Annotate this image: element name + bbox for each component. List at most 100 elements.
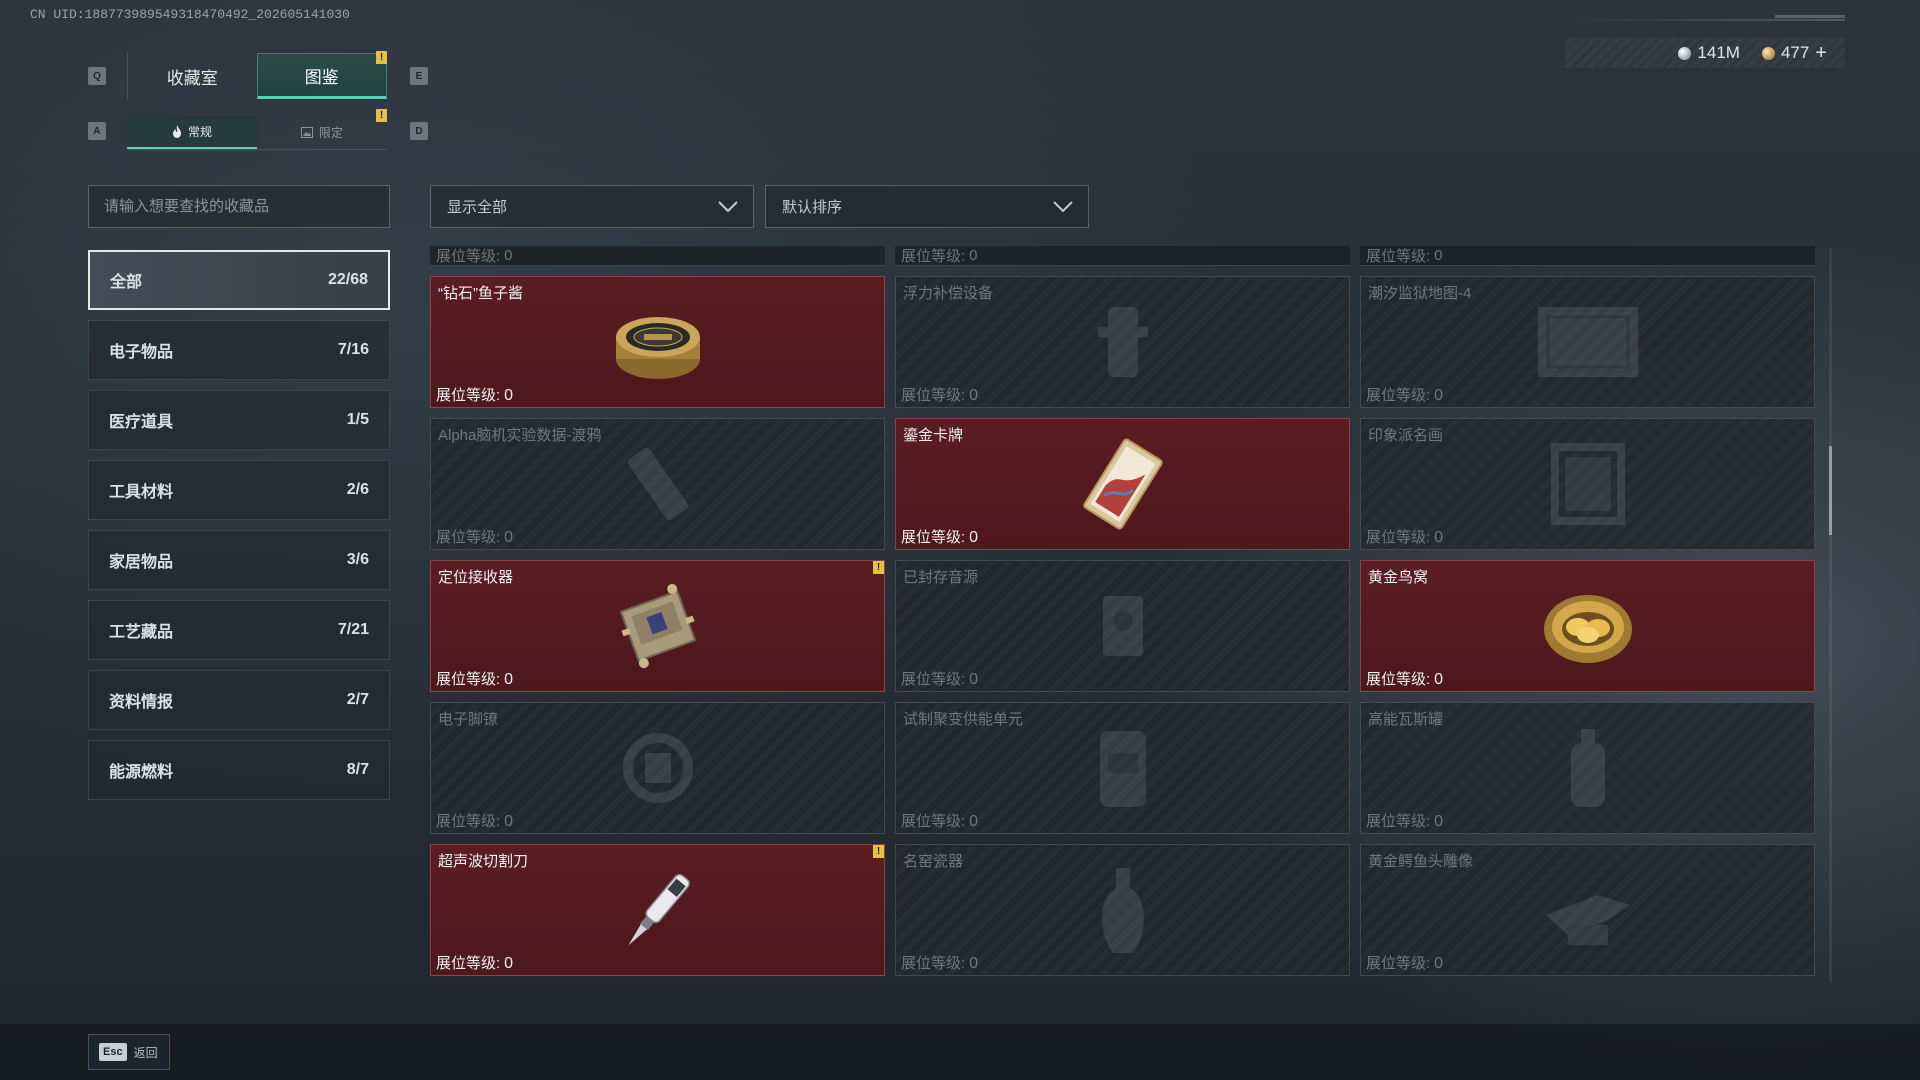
partial-card[interactable]: 展位等级: 0 (895, 246, 1350, 266)
item-name: 定位接收器 (438, 569, 514, 586)
level-value: 0 (969, 813, 979, 830)
level-label: 展位等级: (901, 248, 966, 265)
collection-card[interactable]: 电子脚镣 展位等级: 0 (430, 702, 885, 834)
currency-bar: 141M 477 + (1565, 38, 1845, 68)
item-name: 浮力补偿设备 (903, 285, 994, 302)
partial-card[interactable]: 展位等级: 0 (430, 246, 885, 266)
category-item[interactable]: 电子物品 7/16 (88, 320, 390, 380)
search-box[interactable] (88, 185, 390, 228)
item-name: “钻石”鱼子酱 (438, 285, 523, 302)
sealed-audio-icon (1068, 576, 1178, 676)
level-label: 展位等级: (1366, 529, 1431, 546)
prev-subtab-key-hint[interactable]: A (88, 122, 106, 140)
collection-card[interactable]: Alpha脑机实验数据-渡鸦 展位等级: 0 (430, 418, 885, 550)
next-tab-key-hint[interactable]: E (410, 67, 428, 85)
esc-key-hint: Esc (99, 1043, 127, 1061)
category-item[interactable]: 医疗道具 1/5 (88, 390, 390, 450)
chevron-down-icon (718, 200, 738, 212)
player-uid: CN UID:188773989549318470492_20260514103… (30, 7, 350, 22)
item-level: 展位等级: 0 (1366, 810, 1443, 831)
item-level: 展位等级: 0 (901, 952, 978, 973)
level-label: 展位等级: (436, 529, 501, 546)
collection-card[interactable]: 黄金鸟窝展位等级: 0 (1360, 560, 1815, 692)
item-level: 展位等级: 0 (1366, 384, 1443, 405)
level-value: 0 (504, 813, 514, 830)
display-filter-dropdown[interactable]: 显示全部 (430, 185, 754, 228)
tab-codex[interactable]: 图鉴 ! (256, 51, 387, 99)
collection-card[interactable]: 定位接收器 展位等级: 0! (430, 560, 885, 692)
level-value: 0 (969, 387, 979, 404)
collection-card[interactable]: 高能瓦斯罐 展位等级: 0 (1360, 702, 1815, 834)
category-item[interactable]: 资料情报 2/7 (88, 670, 390, 730)
collection-card[interactable]: 潮汐监狱地图-4 展位等级: 0 (1360, 276, 1815, 408)
warning-badge-icon: ! (873, 561, 884, 574)
item-name: 黄金鸟窝 (1368, 569, 1429, 586)
sort-dropdown[interactable]: 默认排序 (765, 185, 1089, 228)
level-label: 展位等级: (1366, 248, 1431, 265)
ankle-monitor-icon (603, 718, 713, 818)
level-label: 展位等级: (436, 387, 501, 404)
item-name: 试制聚变供能单元 (903, 711, 1024, 728)
collection-card[interactable]: 已封存音源 展位等级: 0 (895, 560, 1350, 692)
category-count: 8/7 (346, 761, 369, 778)
header-decoration-accent (1775, 15, 1845, 18)
item-level: 展位等级: 0 (1366, 526, 1443, 547)
subtab-label: 常规 (187, 125, 212, 139)
category-item[interactable]: 家居物品 3/6 (88, 530, 390, 590)
grid-scrollbar[interactable] (1829, 248, 1832, 983)
collection-grid: “钻石”鱼子酱 展位等级: 0 浮力补偿设备 展位等级: 0 潮汐监狱地图-4 展位等级: 0 A… (430, 276, 1820, 976)
next-subtab-key-hint[interactable]: D (410, 122, 428, 140)
search-input[interactable] (104, 198, 374, 215)
back-button[interactable]: Esc 返回 (88, 1034, 170, 1070)
level-value: 0 (504, 247, 513, 264)
category-item[interactable]: 工具材料 2/6 (88, 460, 390, 520)
level-value: 0 (504, 955, 514, 972)
category-count: 2/6 (346, 481, 369, 498)
collection-card[interactable]: 试制聚变供能单元展位等级: 0 (895, 702, 1350, 834)
collection-card[interactable]: 黄金鳄鱼头雕像 展位等级: 0 (1360, 844, 1815, 976)
display-filter-value: 显示全部 (447, 199, 508, 216)
item-name: 名窑瓷器 (903, 853, 964, 870)
collection-card[interactable]: 超声波切割刀 展位等级: 0! (430, 844, 885, 976)
category-item[interactable]: 工艺藏品 7/21 (88, 600, 390, 660)
level-value: 0 (1434, 387, 1444, 404)
item-name: 潮汐监狱地图-4 (1368, 285, 1472, 302)
partial-card[interactable]: 展位等级: 0 (1360, 246, 1815, 266)
prev-tab-key-hint[interactable]: Q (88, 67, 106, 85)
subtab-regular[interactable]: 常规 (127, 116, 257, 149)
category-count: 7/21 (337, 621, 369, 638)
level-value: 0 (504, 387, 514, 404)
collection-card[interactable]: 名窑瓷器展位等级: 0 (895, 844, 1350, 976)
collection-card[interactable]: “钻石”鱼子酱 展位等级: 0 (430, 276, 885, 408)
subtab-limited[interactable]: 限定 ! (257, 109, 387, 149)
gold-coin-icon (1761, 46, 1775, 60)
ultrasonic-knife-icon (603, 860, 713, 960)
item-level: 展位等级: 0 (901, 810, 978, 831)
subtab-label: 限定 (318, 126, 343, 140)
bottom-bar (0, 1024, 1920, 1080)
item-name: 已封存音源 (903, 569, 979, 586)
tab-collection-room[interactable]: 收藏室 (127, 53, 257, 99)
warning-badge-icon: ! (873, 845, 884, 858)
category-item[interactable]: 能源燃料 8/7 (88, 740, 390, 800)
add-currency-button[interactable]: + (1815, 43, 1827, 63)
item-level: 展位等级: 0 (1366, 668, 1443, 689)
currency-silver: 141M (1678, 43, 1740, 63)
golden-nest-icon (1533, 576, 1643, 676)
level-value: 0 (1434, 247, 1443, 264)
category-label: 电子物品 (109, 344, 174, 361)
collection-card[interactable]: 鎏金卡牌 展位等级: 0 (895, 418, 1350, 550)
category-label: 家居物品 (109, 554, 174, 571)
scrollbar-thumb[interactable] (1829, 446, 1832, 535)
category-item[interactable]: 全部 22/68 (88, 250, 390, 310)
data-drive-icon (603, 434, 713, 534)
back-label: 返回 (133, 1045, 158, 1060)
image-icon (300, 127, 313, 138)
category-count: 7/16 (337, 341, 369, 358)
level-value: 0 (1434, 529, 1444, 546)
level-label: 展位等级: (436, 671, 501, 688)
collection-card[interactable]: 浮力补偿设备 展位等级: 0 (895, 276, 1350, 408)
item-name: 鎏金卡牌 (903, 427, 964, 444)
collection-card[interactable]: 印象派名画 展位等级: 0 (1360, 418, 1815, 550)
level-label: 展位等级: (901, 671, 966, 688)
